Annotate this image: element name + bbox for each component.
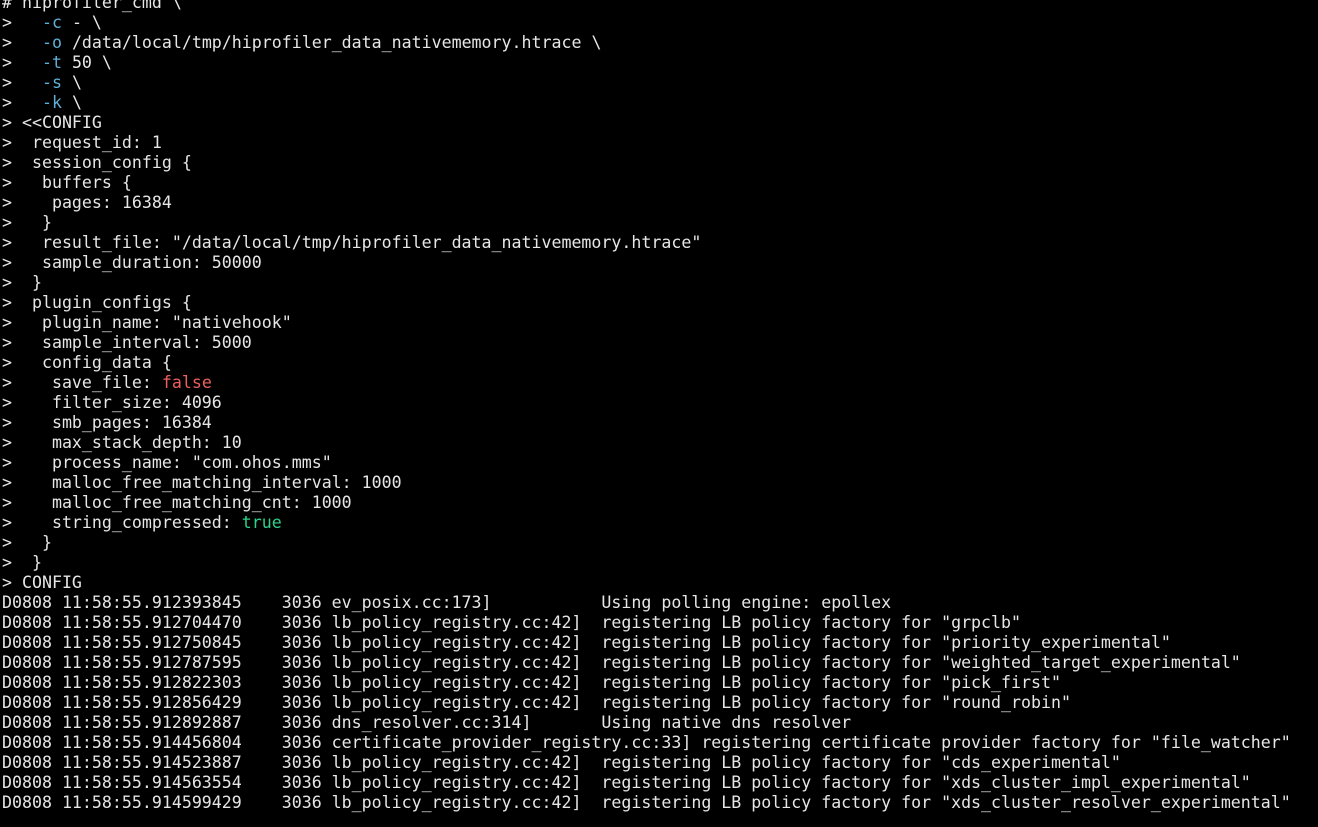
terminal-text: > malloc_free_matching_cnt: 1000 bbox=[2, 493, 352, 512]
terminal-line: > -c - \ bbox=[0, 13, 1318, 33]
terminal-line: > -k \ bbox=[0, 93, 1318, 113]
terminal-line: > } bbox=[0, 533, 1318, 553]
terminal-token-flag: -c bbox=[41, 13, 62, 32]
terminal-text: > pages: 16384 bbox=[2, 193, 172, 212]
terminal-text: > sample_duration: 50000 bbox=[2, 253, 262, 272]
terminal-text: /data/local/tmp/hiprofiler_data_nativeme… bbox=[61, 33, 602, 52]
terminal-token-flag: -s bbox=[41, 73, 62, 92]
terminal-line: > plugin_configs { bbox=[0, 293, 1318, 313]
terminal-line: > request_id: 1 bbox=[0, 133, 1318, 153]
terminal-line: > buffers { bbox=[0, 173, 1318, 193]
terminal-line: D0808 11:58:55.914456804 3036 certificat… bbox=[0, 733, 1318, 753]
terminal-token-true: true bbox=[241, 513, 282, 532]
terminal-text: > session_config { bbox=[2, 153, 192, 172]
terminal-line: D0808 11:58:55.912704470 3036 lb_policy_… bbox=[0, 613, 1318, 633]
terminal-line: > CONFIG bbox=[0, 573, 1318, 593]
terminal-text: D0808 11:58:55.912822303 3036 lb_policy_… bbox=[2, 673, 1061, 692]
terminal-line: D0808 11:58:55.914599429 3036 lb_policy_… bbox=[0, 793, 1318, 813]
terminal-text: > CONFIG bbox=[2, 573, 82, 592]
terminal-text: D0808 11:58:55.914523887 3036 lb_policy_… bbox=[2, 753, 1121, 772]
terminal-line: > sample_interval: 5000 bbox=[0, 333, 1318, 353]
terminal-text: > request_id: 1 bbox=[2, 133, 162, 152]
terminal-line: > malloc_free_matching_cnt: 1000 bbox=[0, 493, 1318, 513]
terminal-text: > bbox=[2, 53, 42, 72]
terminal-line: > } bbox=[0, 213, 1318, 233]
terminal-line: > string_compressed: true bbox=[0, 513, 1318, 533]
terminal-text: - \ bbox=[61, 13, 102, 32]
terminal-line: > config_data { bbox=[0, 353, 1318, 373]
terminal-text: D0808 11:58:55.912750845 3036 lb_policy_… bbox=[2, 633, 1171, 652]
terminal-text: > plugin_name: "nativehook" bbox=[2, 313, 292, 332]
terminal-text: > sample_interval: 5000 bbox=[2, 333, 252, 352]
terminal-line: D0808 11:58:55.912892887 3036 dns_resolv… bbox=[0, 713, 1318, 733]
terminal-token-flag: -t bbox=[41, 53, 62, 72]
terminal-text: D0808 11:58:55.912393845 3036 ev_posix.c… bbox=[2, 593, 892, 612]
terminal-line: > session_config { bbox=[0, 153, 1318, 173]
terminal-line: > filter_size: 4096 bbox=[0, 393, 1318, 413]
terminal-text: # hiprofiler_cmd \ bbox=[2, 0, 182, 12]
terminal-line: D0808 11:58:55.912393845 3036 ev_posix.c… bbox=[0, 593, 1318, 613]
terminal-line: > smb_pages: 16384 bbox=[0, 413, 1318, 433]
terminal-text: \ bbox=[61, 93, 82, 112]
terminal-text: > } bbox=[2, 533, 52, 552]
terminal-token-false: false bbox=[161, 373, 212, 392]
terminal-text: > buffers { bbox=[2, 173, 132, 192]
terminal-text: > } bbox=[2, 553, 42, 572]
terminal-text: D0808 11:58:55.914563554 3036 lb_policy_… bbox=[2, 773, 1251, 792]
terminal-text: > smb_pages: 16384 bbox=[2, 413, 212, 432]
terminal-text: D0808 11:58:55.912892887 3036 dns_resolv… bbox=[2, 713, 852, 732]
terminal-text: > config_data { bbox=[2, 353, 172, 372]
terminal-text: > string_compressed: bbox=[2, 513, 242, 532]
terminal-line: > -s \ bbox=[0, 73, 1318, 93]
terminal-window[interactable]: # hiprofiler_cmd \ > -c - \ > -o /data/loc… bbox=[0, 0, 1318, 827]
terminal-line: > -t 50 \ bbox=[0, 53, 1318, 73]
terminal-text: > malloc_free_matching_interval: 1000 bbox=[2, 473, 402, 492]
terminal-text: > bbox=[2, 73, 42, 92]
terminal-line: > process_name: "com.ohos.mms" bbox=[0, 453, 1318, 473]
terminal-text: > bbox=[2, 13, 42, 32]
terminal-line: D0808 11:58:55.912856429 3036 lb_policy_… bbox=[0, 693, 1318, 713]
terminal-line: > pages: 16384 bbox=[0, 193, 1318, 213]
terminal-line: > -o /data/local/tmp/hiprofiler_data_nat… bbox=[0, 33, 1318, 53]
terminal-text: \ bbox=[61, 73, 82, 92]
terminal-text: > max_stack_depth: 10 bbox=[2, 433, 242, 452]
terminal-text: > } bbox=[2, 273, 42, 292]
terminal-text: D0808 11:58:55.912704470 3036 lb_policy_… bbox=[2, 613, 1022, 632]
terminal-line: > sample_duration: 50000 bbox=[0, 253, 1318, 273]
terminal-text: D0808 11:58:55.912856429 3036 lb_policy_… bbox=[2, 693, 1071, 712]
terminal-line: > result_file: "/data/local/tmp/hiprofil… bbox=[0, 233, 1318, 253]
terminal-line: > } bbox=[0, 553, 1318, 573]
terminal-line: > max_stack_depth: 10 bbox=[0, 433, 1318, 453]
terminal-text: D0808 11:58:55.912787595 3036 lb_policy_… bbox=[2, 653, 1241, 672]
terminal-text: > <<CONFIG bbox=[2, 113, 102, 132]
terminal-text: > } bbox=[2, 213, 52, 232]
terminal-text: D0808 11:58:55.914456804 3036 certificat… bbox=[2, 733, 1291, 752]
terminal-text: > bbox=[2, 93, 42, 112]
terminal-line: D0808 11:58:55.914563554 3036 lb_policy_… bbox=[0, 773, 1318, 793]
terminal-token-flag: -o bbox=[41, 33, 62, 52]
terminal-text: > process_name: "com.ohos.mms" bbox=[2, 453, 332, 472]
terminal-text: > plugin_configs { bbox=[2, 293, 192, 312]
terminal-line: D0808 11:58:55.912822303 3036 lb_policy_… bbox=[0, 673, 1318, 693]
terminal-line: > <<CONFIG bbox=[0, 113, 1318, 133]
terminal-line: D0808 11:58:55.914523887 3036 lb_policy_… bbox=[0, 753, 1318, 773]
terminal-line: D0808 11:58:55.912750845 3036 lb_policy_… bbox=[0, 633, 1318, 653]
terminal-output: # hiprofiler_cmd \ > -c - \ > -o /data/loc… bbox=[0, 0, 1318, 813]
terminal-text: > result_file: "/data/local/tmp/hiprofil… bbox=[2, 233, 702, 252]
terminal-line: # hiprofiler_cmd \ bbox=[0, 0, 1318, 13]
terminal-text: 50 \ bbox=[61, 53, 112, 72]
terminal-text: D0808 11:58:55.914599429 3036 lb_policy_… bbox=[2, 793, 1291, 812]
terminal-line: > malloc_free_matching_interval: 1000 bbox=[0, 473, 1318, 493]
terminal-line: > } bbox=[0, 273, 1318, 293]
terminal-line: > plugin_name: "nativehook" bbox=[0, 313, 1318, 333]
terminal-line: D0808 11:58:55.912787595 3036 lb_policy_… bbox=[0, 653, 1318, 673]
terminal-token-flag: -k bbox=[41, 93, 62, 112]
terminal-line: > save_file: false bbox=[0, 373, 1318, 393]
terminal-text: > filter_size: 4096 bbox=[2, 393, 222, 412]
terminal-text: > bbox=[2, 33, 42, 52]
terminal-text: > save_file: bbox=[2, 373, 162, 392]
